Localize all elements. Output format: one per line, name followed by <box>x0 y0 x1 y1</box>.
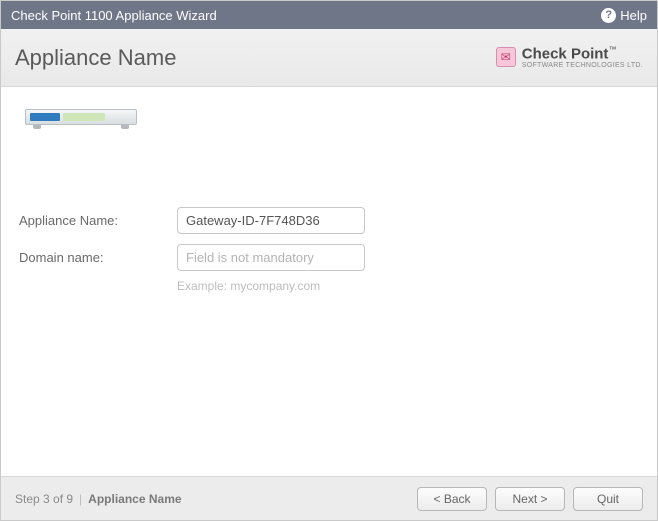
step-name: Appliance Name <box>88 492 181 506</box>
footer-separator: | <box>79 492 82 506</box>
content: Appliance Name: Domain name: Example: my… <box>1 87 657 476</box>
step-indicator: Step 3 of 9 <box>15 492 73 506</box>
brand-tm: ™ <box>608 45 616 54</box>
footer: Step 3 of 9 | Appliance Name < Back Next… <box>1 476 657 520</box>
brand-sub: SOFTWARE TECHNOLOGIES LTD. <box>522 62 643 69</box>
domain-hint: Example: mycompany.com <box>177 279 639 293</box>
back-button[interactable]: < Back <box>417 487 487 511</box>
domain-name-input[interactable] <box>177 244 365 271</box>
brand-text: Check Point™ SOFTWARE TECHNOLOGIES LTD. <box>522 46 643 69</box>
page-title: Appliance Name <box>15 45 496 71</box>
domain-name-label: Domain name: <box>19 250 177 265</box>
brand-logo-icon: ✉ <box>496 47 516 67</box>
title-bar: Check Point 1100 Appliance Wizard ? Help <box>1 1 657 29</box>
help-button[interactable]: ? Help <box>601 8 647 23</box>
quit-button[interactable]: Quit <box>573 487 643 511</box>
appliance-name-input[interactable] <box>177 207 365 234</box>
domain-name-row: Domain name: <box>19 244 639 271</box>
appliance-name-row: Appliance Name: <box>19 207 639 234</box>
next-button[interactable]: Next > <box>495 487 565 511</box>
appliance-name-label: Appliance Name: <box>19 213 177 228</box>
window-title: Check Point 1100 Appliance Wizard <box>11 8 601 23</box>
brand-main: Check Point <box>522 45 609 62</box>
wizard-window: Check Point 1100 Appliance Wizard ? Help… <box>0 0 658 521</box>
header: Appliance Name ✉ Check Point™ SOFTWARE T… <box>1 29 657 87</box>
appliance-image <box>25 103 137 129</box>
brand: ✉ Check Point™ SOFTWARE TECHNOLOGIES LTD… <box>496 46 643 69</box>
help-icon: ? <box>601 8 616 23</box>
help-label: Help <box>620 8 647 23</box>
